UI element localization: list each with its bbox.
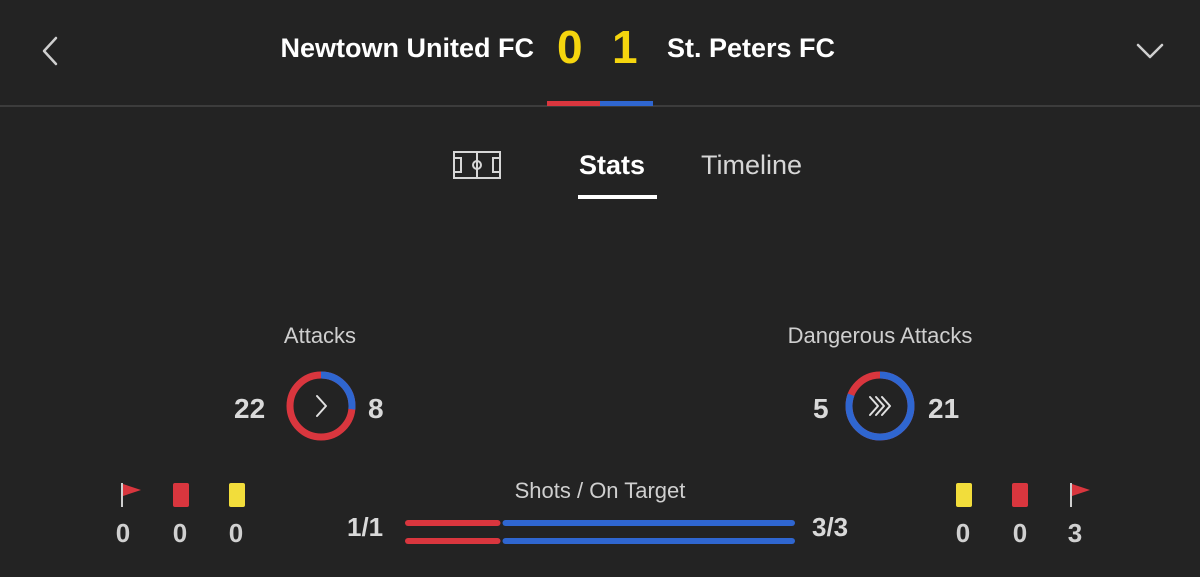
away-corners-value: 3 [1067, 518, 1083, 548]
shots-home-value: 1/1 [347, 512, 384, 542]
home-corner-flag-icon [121, 483, 141, 507]
attacks-home-value: 22 [234, 393, 266, 424]
shots-away-bar [502, 520, 795, 526]
away-team-color-bar [600, 101, 653, 106]
tab-bar: Stats Timeline [0, 140, 1200, 204]
active-tab-indicator [578, 195, 657, 199]
attacks-away-value: 8 [368, 393, 384, 424]
away-red-card-icon [1012, 483, 1028, 507]
home-red-card-icon [173, 483, 189, 507]
attacks-donut [286, 371, 356, 441]
match-header: Newtown United FC 0 1 St. Peters FC [0, 0, 1200, 107]
away-corner-flag-icon [1070, 483, 1090, 507]
expand-button[interactable] [1134, 38, 1166, 64]
away-score: 1 [612, 21, 638, 73]
attacks-title: Attacks [283, 323, 357, 348]
away-yellow-card-icon [956, 483, 972, 507]
home-yellow-card-icon [229, 483, 245, 507]
pitch-icon [453, 151, 501, 179]
home-score: 0 [557, 21, 583, 73]
chevron-right-icon [316, 395, 327, 417]
home-team-name: Newtown United FC [280, 33, 534, 63]
home-yellow-cards-value: 0 [228, 518, 244, 548]
away-yellow-cards-value: 0 [955, 518, 971, 548]
away-red-cards-value: 0 [1012, 518, 1028, 548]
on-target-home-bar [405, 538, 501, 544]
home-team-color-bar [547, 101, 600, 106]
shots-away-value: 3/3 [812, 512, 849, 542]
away-team-name: St. Peters FC [667, 33, 836, 63]
on-target-away-bar [502, 538, 795, 544]
back-button[interactable] [36, 32, 66, 70]
home-corners-value: 0 [115, 518, 131, 548]
shots-title: Shots / On Target [514, 478, 686, 503]
dangerous-attacks-away-value: 21 [928, 393, 960, 424]
tab-timeline[interactable]: Timeline [701, 150, 802, 181]
dangerous-attacks-home-value: 5 [813, 393, 829, 424]
home-red-cards-value: 0 [172, 518, 188, 548]
dangerous-attacks-donut [845, 371, 915, 441]
dangerous-attacks-title: Dangerous Attacks [787, 323, 973, 348]
shots-home-bar [405, 520, 501, 526]
triple-chevron-icon [869, 396, 891, 416]
tab-stats[interactable]: Stats [579, 150, 645, 181]
chevron-down-icon [1136, 43, 1164, 59]
shots-bars [405, 520, 795, 544]
tab-pitch[interactable] [452, 150, 502, 180]
chevron-left-icon [42, 36, 58, 66]
